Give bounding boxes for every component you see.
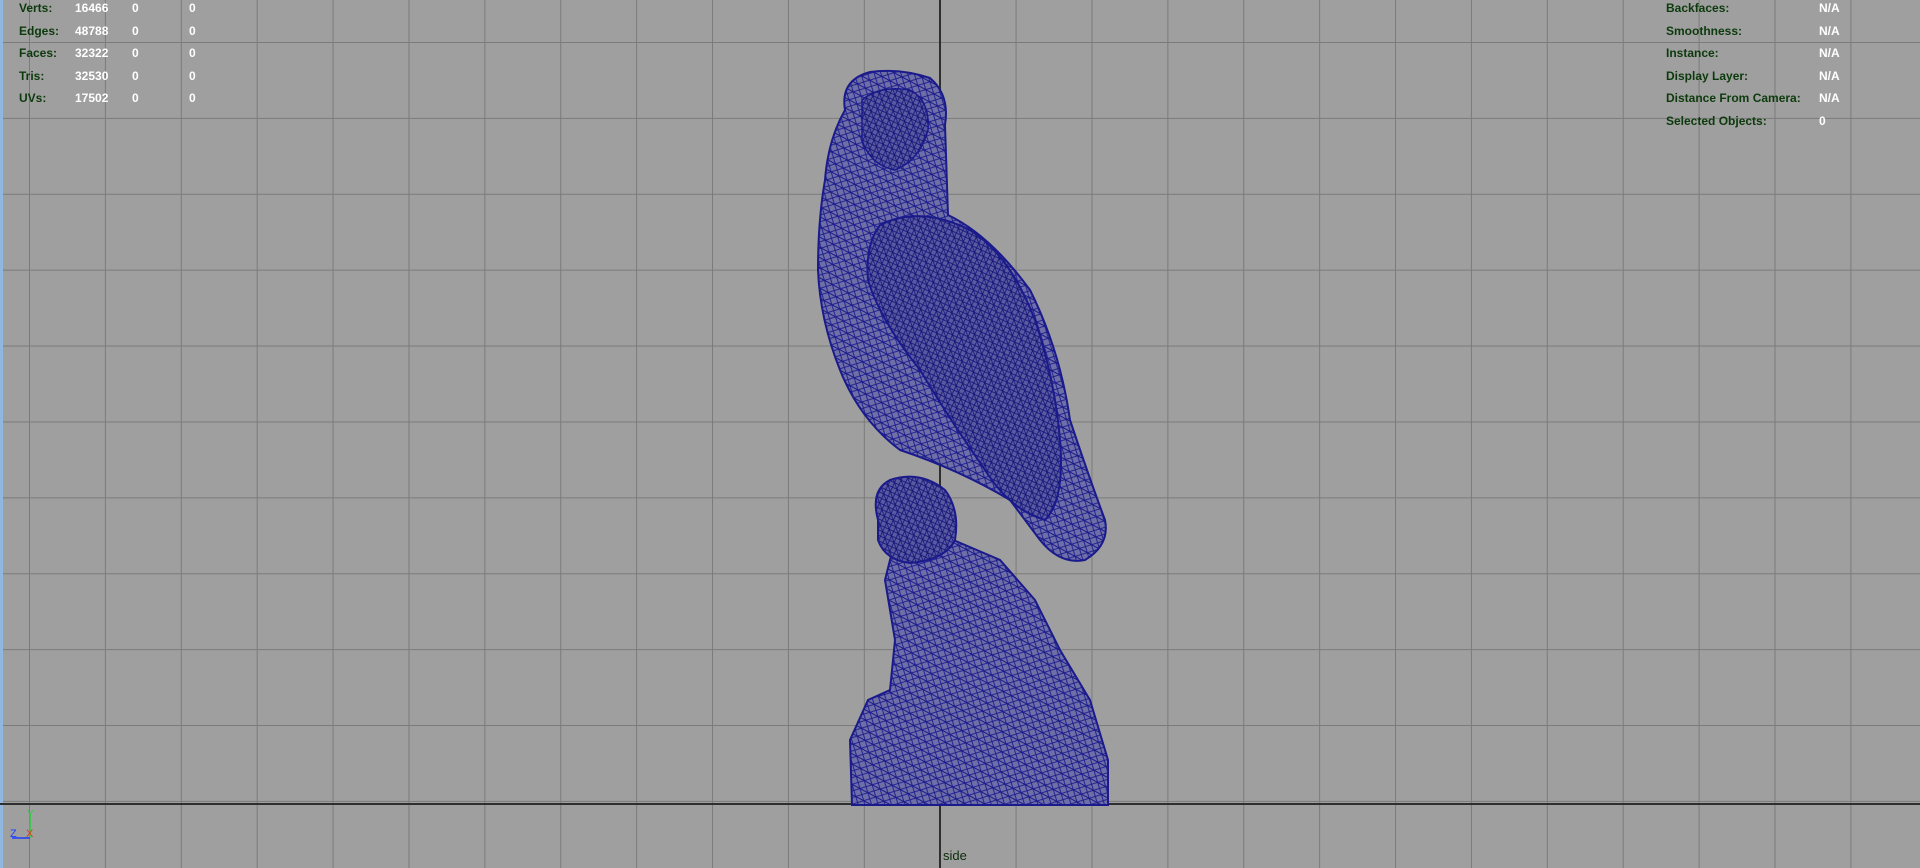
hud-label: Smoothness: [1666,23,1743,38]
eagle-wireframe-model[interactable] [0,0,1920,868]
hud-value: 0 [132,91,139,106]
hud-value: 0 [189,46,196,61]
hud-value: 0 [132,23,139,38]
hud-value: 0 [189,1,196,15]
hud-value: 0 [132,1,139,15]
hud-label: Tris: [19,68,45,83]
y-axis-label: Y [27,809,34,820]
hud-label: Verts: [19,1,53,15]
hud-value: N/A [1819,23,1840,38]
hud-value: 32530 [75,68,109,83]
hud-value: 32322 [75,46,109,61]
hud-label: Distance From Camera: [1666,91,1801,106]
hud-value: 17502 [75,91,109,106]
hud-value: N/A [1819,68,1840,83]
hud-label: UVs: [19,91,47,106]
hud-value: N/A [1819,91,1840,106]
hud-value: 0 [189,91,196,106]
hud-label: Backfaces: [1666,1,1730,15]
z-axis-label: Z [10,828,17,840]
hud-label: Edges: [19,23,60,38]
hud-value: N/A [1819,1,1840,15]
hud-value: 16466 [75,1,109,15]
hud-label: Display Layer: [1666,68,1749,83]
hud-value: 0 [189,23,196,38]
hud-value: 0 [132,68,139,83]
hud-value: 0 [1819,113,1826,128]
hud-value: 48788 [75,23,109,38]
hud-value: 0 [189,68,196,83]
view-axis-gizmo: Y Z X [10,809,34,840]
x-axis-label: X [26,828,34,840]
hud-label: Instance: [1666,46,1719,61]
hud-label: Faces: [19,46,58,61]
hud-value: N/A [1819,46,1840,61]
perspective-viewport[interactable]: Verts: 16466 0 0 Edges: 48788 0 0 Faces:… [0,0,1920,868]
wireframe-rock [874,475,958,565]
camera-name-label: side [943,848,967,863]
hud-value: 0 [132,46,139,61]
wireframe-base [848,528,1109,806]
hud-label: Selected Objects: [1666,113,1767,128]
